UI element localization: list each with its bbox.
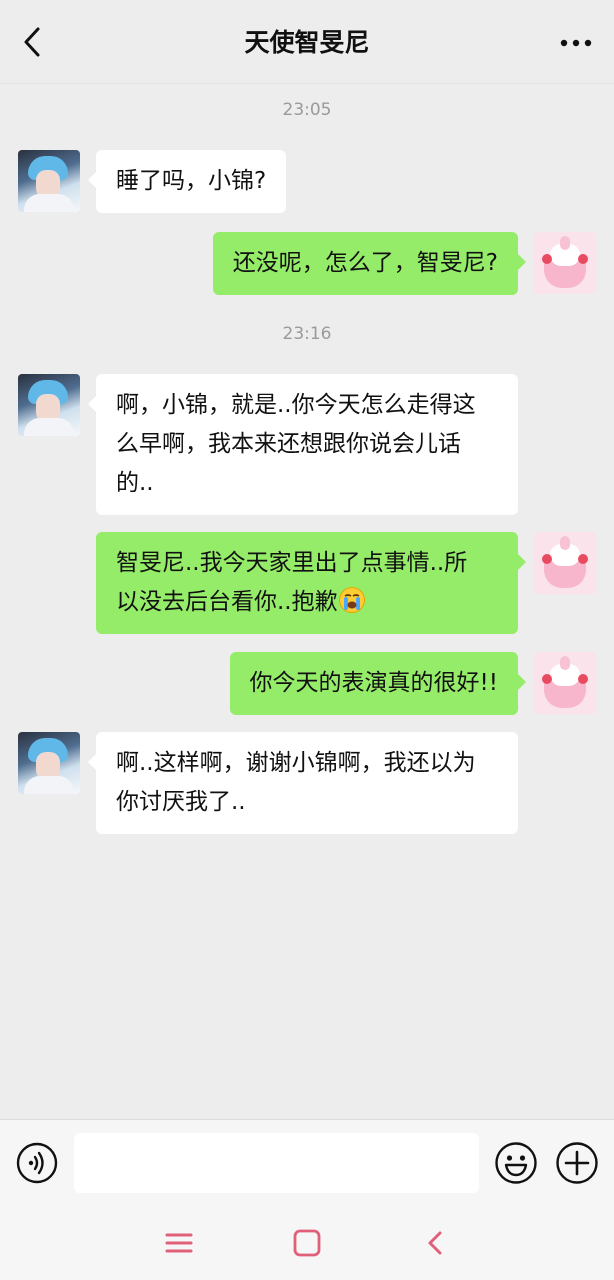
loudly-crying-face-icon [338, 587, 365, 613]
my-avatar[interactable] [534, 532, 596, 594]
recent-apps-button[interactable] [162, 1226, 196, 1260]
voice-icon [16, 1142, 58, 1184]
system-navigation-bar [0, 1206, 614, 1280]
outgoing-message-bubble[interactable]: 智旻尼..我今天家里出了点事情..所 以没去后台看你..抱歉 [96, 532, 526, 634]
timestamp: 23:16 [282, 324, 332, 344]
menu-icon [165, 1233, 193, 1253]
incoming-message-bubble[interactable]: 啊，小锦，就是..你今天怎么走得这 么早啊，我本来还想跟你说会儿话 的.. [88, 374, 518, 515]
friend-avatar[interactable] [18, 374, 80, 436]
more-actions-button[interactable] [555, 1141, 599, 1185]
message-line: 睡了吗，小锦? [116, 168, 267, 194]
message-line: 啊，小锦，就是..你今天怎么走得这 [116, 392, 476, 418]
message-line: 啊..这样啊，谢谢小锦啊，我还以为 [116, 750, 476, 776]
home-square-icon [293, 1229, 321, 1257]
my-avatar[interactable] [534, 232, 596, 294]
voice-button[interactable] [16, 1142, 58, 1184]
timestamp: 23:05 [282, 100, 332, 120]
message-list[interactable]: 23:05 睡了吗，小锦? 还没呢，怎么了，智旻尼? 23:16 啊，小锦，就是… [0, 84, 614, 1119]
emoji-button[interactable] [494, 1141, 538, 1185]
message-line: 的.. [116, 470, 154, 496]
incoming-message-bubble[interactable]: 睡了吗，小锦? [87, 150, 287, 213]
more-button[interactable] [556, 28, 596, 58]
outgoing-message-bubble[interactable]: 还没呢，怎么了，智旻尼? [212, 232, 527, 295]
message-line: 你今天的表演真的很好!! [249, 670, 498, 696]
my-avatar[interactable] [534, 652, 596, 714]
chat-title: 天使智旻尼 [244, 28, 370, 57]
plus-circle-icon [556, 1142, 598, 1184]
message-line: 智旻尼..我今天家里出了点事情..所 [116, 550, 468, 576]
system-back-button[interactable] [418, 1226, 452, 1260]
message-line: 还没呢，怎么了，智旻尼? [232, 250, 498, 276]
incoming-message-bubble[interactable]: 啊..这样啊，谢谢小锦啊，我还以为 你讨厌我了.. [88, 732, 518, 834]
back-chevron-icon [428, 1231, 442, 1255]
home-button[interactable] [290, 1226, 324, 1260]
outgoing-message-bubble[interactable]: 你今天的表演真的很好!! [229, 652, 527, 715]
friend-avatar[interactable] [18, 732, 80, 794]
input-bar [0, 1119, 614, 1206]
message-line: 么早啊，我本来还想跟你说会儿话 [116, 431, 461, 457]
message-line: 以没去后台看你..抱歉 [116, 589, 338, 615]
friend-avatar[interactable] [18, 150, 80, 212]
smiley-icon [495, 1142, 537, 1184]
chat-header: 天使智旻尼 [0, 0, 614, 84]
message-line: 你讨厌我了.. [116, 789, 246, 815]
more-dots-icon [560, 39, 592, 47]
message-input[interactable] [74, 1133, 479, 1193]
